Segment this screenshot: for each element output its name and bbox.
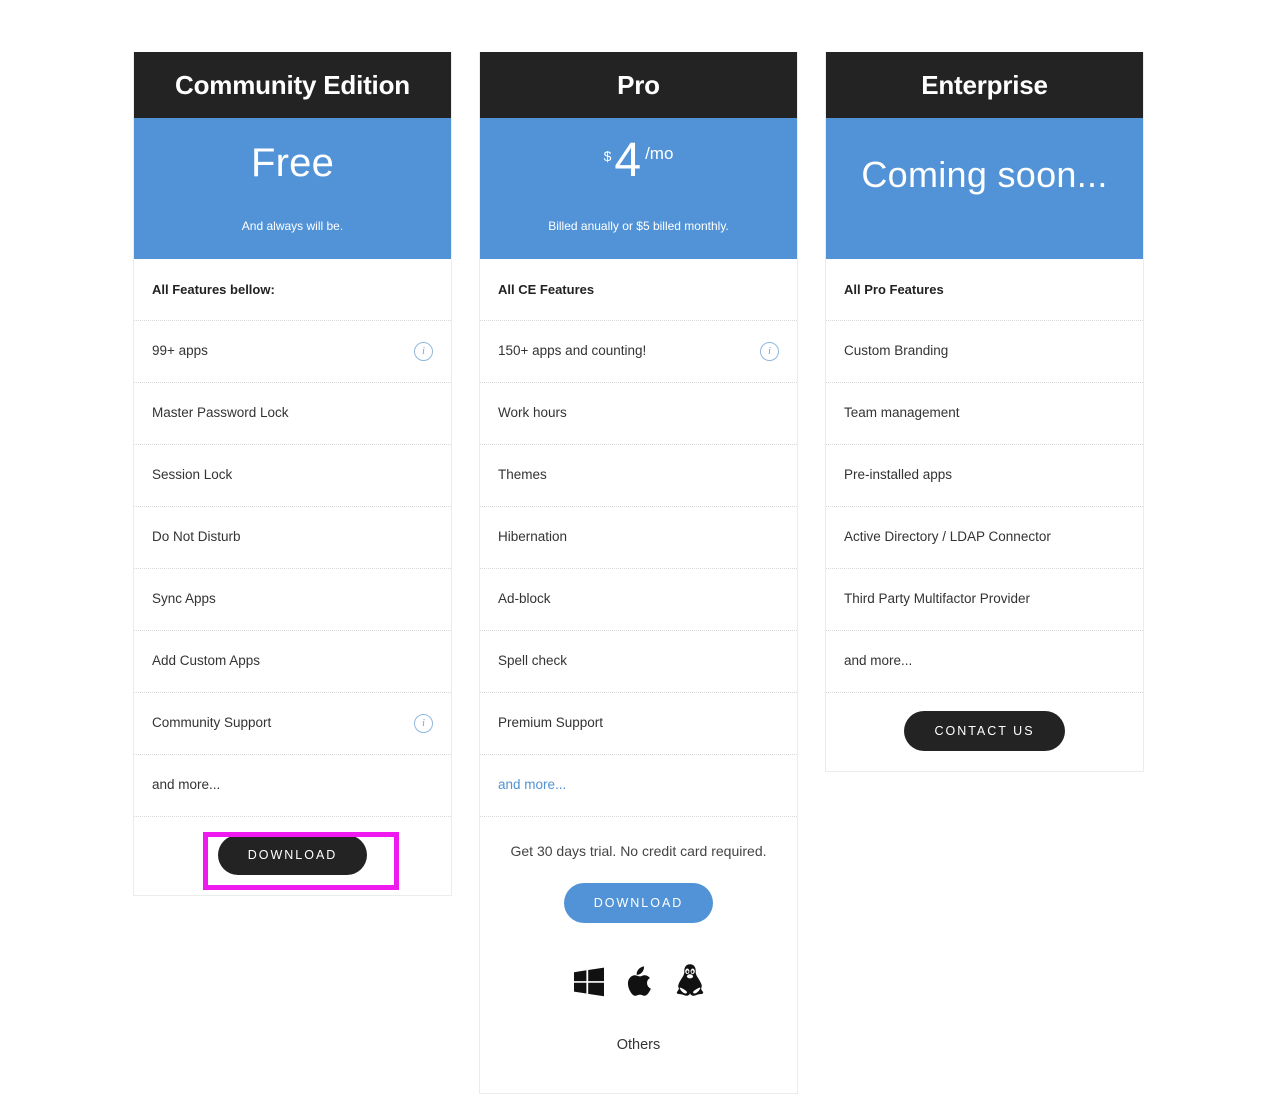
plan-title: Pro [617, 70, 660, 100]
price-period: /mo [645, 144, 674, 163]
pro-download-button[interactable]: DOWNLOAD [563, 883, 714, 923]
feature-label: 99+ apps [152, 343, 208, 359]
feature-label: 150+ apps and counting! [498, 343, 647, 359]
linux-icon[interactable] [675, 963, 705, 997]
cta-block-enterprise: CONTACT US [826, 693, 1143, 771]
feature-row: Session Lock [134, 445, 451, 507]
feature-label: Pre-installed apps [844, 467, 953, 483]
feature-label: Master Password Lock [152, 405, 289, 421]
feature-label: Community Support [152, 715, 272, 731]
price-value: 4 [614, 134, 642, 187]
community-download-button[interactable]: DOWNLOAD [217, 835, 368, 875]
feature-label: All Pro Features [844, 281, 944, 297]
feature-label: Work hours [498, 405, 567, 421]
os-icon-row [573, 963, 705, 997]
feature-label: Ad-block [498, 591, 551, 607]
feature-row-and-more-link[interactable]: and more... [480, 755, 797, 817]
feature-label: Do Not Disturb [152, 529, 241, 545]
plan-card-community: Community Edition Free And always will b… [133, 52, 452, 896]
feature-row: Work hours [480, 383, 797, 445]
feature-label: Spell check [498, 653, 568, 669]
feature-list-community: All Features bellow: 99+ apps i Master P… [134, 259, 451, 817]
feature-row: Sync Apps [134, 569, 451, 631]
apple-icon[interactable] [627, 966, 653, 997]
plan-header-enterprise: Enterprise [826, 52, 1143, 118]
feature-list-pro: All CE Features 150+ apps and counting! … [480, 259, 797, 817]
plan-title: Enterprise [921, 70, 1048, 100]
cta-block-pro: Get 30 days trial. No credit card requir… [480, 817, 797, 1093]
feature-row: Master Password Lock [134, 383, 451, 445]
feature-row: and more... [826, 631, 1143, 693]
cta-block-community: DOWNLOAD [134, 817, 451, 895]
feature-label: All Features bellow: [152, 281, 275, 297]
feature-label: Team management [844, 405, 960, 421]
trial-note: Get 30 days trial. No credit card requir… [510, 843, 767, 859]
feature-row-heading: All Features bellow: [134, 259, 451, 321]
feature-row: Community Support i [134, 693, 451, 755]
plan-title: Community Edition [175, 70, 410, 100]
plan-price-banner-community: Free And always will be. [134, 118, 451, 259]
feature-label: Premium Support [498, 715, 604, 731]
feature-label: Add Custom Apps [152, 653, 261, 669]
feature-list-enterprise: All Pro Features Custom Branding Team ma… [826, 259, 1143, 693]
others-label[interactable]: Others [617, 1037, 661, 1053]
price-text: Free [250, 141, 335, 185]
feature-label: All CE Features [498, 281, 595, 297]
info-icon[interactable]: i [414, 342, 433, 361]
price-currency: $ [603, 148, 612, 164]
feature-row: Hibernation [480, 507, 797, 569]
feature-row: Ad-block [480, 569, 797, 631]
feature-row: 99+ apps i [134, 321, 451, 383]
feature-label: Custom Branding [844, 343, 949, 359]
feature-row: Premium Support [480, 693, 797, 755]
feature-label: Third Party Multifactor Provider [844, 591, 1031, 607]
feature-row: Team management [826, 383, 1143, 445]
pricing-table: Community Edition Free And always will b… [133, 52, 1145, 1094]
price-amount: $ 4 /mo [603, 134, 674, 188]
info-icon[interactable]: i [414, 714, 433, 733]
feature-row: Spell check [480, 631, 797, 693]
feature-label: Themes [498, 467, 547, 483]
feature-label: Session Lock [152, 467, 233, 483]
info-icon[interactable]: i [760, 342, 779, 361]
feature-row: Do Not Disturb [134, 507, 451, 569]
feature-row: Third Party Multifactor Provider [826, 569, 1143, 631]
feature-row-heading: All CE Features [480, 259, 797, 321]
price-note: Billed anually or $5 billed monthly. [548, 219, 729, 233]
feature-label[interactable]: and more... [498, 777, 566, 793]
feature-row: Pre-installed apps [826, 445, 1143, 507]
plan-header-pro: Pro [480, 52, 797, 118]
plan-price-banner-enterprise: Coming soon... [826, 118, 1143, 259]
feature-row: Add Custom Apps [134, 631, 451, 693]
feature-row: Themes [480, 445, 797, 507]
plan-header-community: Community Edition [134, 52, 451, 118]
feature-row: 150+ apps and counting! i [480, 321, 797, 383]
feature-label: Sync Apps [152, 591, 216, 607]
price-text: Coming soon... [861, 154, 1108, 195]
feature-label: and more... [844, 653, 913, 669]
feature-row-heading: All Pro Features [826, 259, 1143, 321]
enterprise-contact-us-button[interactable]: CONTACT US [904, 711, 1065, 751]
windows-icon[interactable] [573, 967, 605, 997]
feature-row: and more... [134, 755, 451, 817]
plan-price-banner-pro: $ 4 /mo Billed anually or $5 billed mont… [480, 118, 797, 259]
feature-row: Active Directory / LDAP Connector [826, 507, 1143, 569]
feature-row: Custom Branding [826, 321, 1143, 383]
feature-label: Hibernation [498, 529, 568, 545]
price-note: And always will be. [241, 219, 344, 233]
plan-card-pro: Pro $ 4 /mo Billed anually or $5 billed … [479, 52, 798, 1094]
feature-label: Active Directory / LDAP Connector [844, 529, 1051, 545]
plan-card-enterprise: Enterprise Coming soon... All Pro Featur… [825, 52, 1144, 772]
feature-label: and more... [152, 777, 221, 793]
